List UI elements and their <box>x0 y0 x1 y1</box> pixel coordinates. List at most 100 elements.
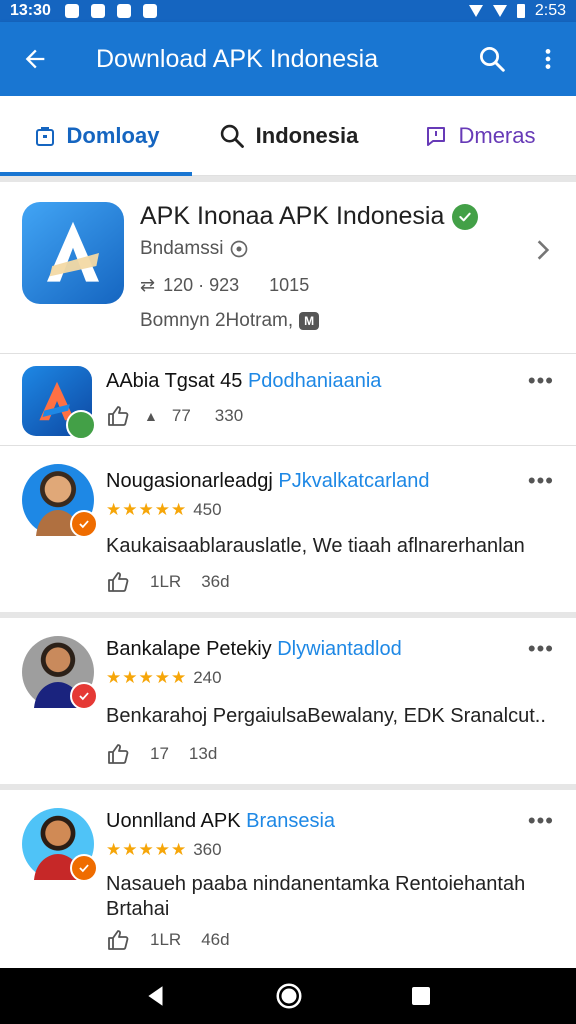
battery-icon <box>516 4 525 18</box>
more-options-icon[interactable]: ••• <box>528 368 554 394</box>
status-time-left: 13:30 <box>10 2 51 19</box>
app-title-main: AAbia Tgsat 45 <box>106 370 243 392</box>
review-title: Uonnlland APK Bransesia <box>106 810 335 833</box>
featured-subtitle: Bomnyn 2Hotram, M <box>140 310 320 332</box>
featured-app-title-row: APK Inonaa APK Indonesia <box>140 202 479 231</box>
rating-value: 450 <box>193 500 222 519</box>
notification-icon <box>116 4 131 18</box>
pin-icon: ▲ <box>144 408 158 424</box>
subtitle-text: Bomnyn 2Hotram, <box>140 310 294 331</box>
thumbs-up-icon[interactable] <box>106 742 130 766</box>
rating-value: 360 <box>193 840 222 859</box>
comment-count: 46d <box>201 930 230 949</box>
review-card[interactable]: Bankalape Petekiy Dlywiantadlod ••• ★★★★… <box>0 618 576 784</box>
thumbs-up-icon[interactable] <box>106 570 130 594</box>
reviewer-name: Bankalape Petekiy <box>106 638 272 660</box>
back-button[interactable] <box>0 45 70 73</box>
status-bar: 13:30 2:53 <box>0 0 576 22</box>
verified-badge-icon <box>70 854 98 882</box>
overflow-menu-button[interactable] <box>520 46 576 72</box>
notification-icon <box>142 4 157 18</box>
nav-recents-icon[interactable] <box>409 984 433 1008</box>
arrow-left-icon <box>25 49 45 69</box>
tab-indonesia[interactable]: Indonesia <box>192 96 384 175</box>
more-options-icon[interactable]: ••• <box>528 468 554 494</box>
star-rating: ★★★★★ <box>106 668 188 687</box>
review-actions: 1LR 36d <box>106 570 230 594</box>
star-rating: ★★★★★ <box>106 500 188 519</box>
verified-icon <box>452 203 479 230</box>
review-text: Nasaueh paaba nindanentamka Rentoiehanta… <box>106 873 526 920</box>
thumbs-up-icon[interactable] <box>106 928 130 952</box>
review-title: Nougasionarleadgj PJkvalkatcarland <box>106 470 430 493</box>
rating-row: ★★★★★ 360 <box>106 840 222 860</box>
featured-app-card[interactable]: APK Inonaa APK Indonesia Bndamssi ⇄ 120 ·… <box>0 182 576 354</box>
nav-home-icon[interactable] <box>274 981 304 1011</box>
app-bar: Download APK Indonesia <box>0 22 576 96</box>
more-vert-icon <box>545 49 551 69</box>
system-nav-bar <box>0 968 576 1024</box>
nav-back-icon[interactable] <box>143 983 169 1009</box>
more-options-icon[interactable]: ••• <box>528 636 554 662</box>
rating-row: ★★★★★ 240 <box>106 668 222 688</box>
like-count: 1LR <box>150 572 182 591</box>
more-options-icon[interactable]: ••• <box>528 808 554 834</box>
tag-badge: M <box>299 312 320 330</box>
featured-stats: ⇄ 120 · 923 1015 <box>140 275 309 296</box>
avatar[interactable] <box>22 636 98 710</box>
review-actions: 1LR 46d <box>106 928 230 952</box>
tab-bar: Domloay Indonesia Dmeras <box>0 96 576 176</box>
tab-label: Domloay <box>66 122 160 148</box>
rating-row: ★★★★★ 450 <box>106 500 222 520</box>
review-card[interactable]: Uonnlland APK Bransesia ••• ★★★★★ 360 Na… <box>0 790 576 968</box>
app-title-link[interactable]: Pdodhaniaania <box>248 370 381 392</box>
notification-icon <box>90 4 105 18</box>
reviewer-link[interactable]: PJkvalkatcarland <box>278 470 429 492</box>
chevron-right-icon[interactable] <box>530 237 556 268</box>
verified-badge-icon <box>70 682 98 710</box>
tab-dmeras[interactable]: Dmeras <box>384 96 576 175</box>
avatar[interactable] <box>22 464 98 538</box>
review-text: Kaukaisaablarauslatle, We tiaah aflnarer… <box>106 535 525 557</box>
page-title: Download APK Indonesia <box>96 44 379 73</box>
app-store-icon <box>22 202 124 304</box>
app-title: AAbia Tgsat 45 Pdodhaniaania <box>106 370 381 393</box>
featured-app-name: APK Inonaa APK Indonesia <box>140 202 445 230</box>
comment-count: 330 <box>214 406 244 425</box>
tab-label: Dmeras <box>458 122 536 148</box>
lock-icon <box>35 126 54 146</box>
thumbs-up-icon[interactable] <box>106 404 130 428</box>
review-text: Benkarahoj PergaiulsaBewalany, EDK Srana… <box>106 705 546 727</box>
like-count: 17 <box>150 744 169 763</box>
app-icon <box>22 366 96 440</box>
reviewer-link[interactable]: Dlywiantadlod <box>277 638 402 660</box>
share-icon: ⇄ <box>140 275 156 295</box>
developer-name: Bndamssi <box>140 238 224 259</box>
notification-icon <box>64 4 79 18</box>
tab-download[interactable]: Domloay <box>0 96 192 176</box>
status-time-right: 2:53 <box>534 2 566 19</box>
verified-badge-icon <box>70 510 98 538</box>
app-meta: ▲ 77 330 <box>106 404 243 428</box>
comment-count: 13d <box>188 744 218 763</box>
tab-label: Indonesia <box>255 122 359 148</box>
review-count: 1015 <box>269 275 310 295</box>
reviewer-name: Uonnlland APK <box>106 810 241 832</box>
message-icon <box>427 126 446 146</box>
search-button[interactable] <box>464 44 520 74</box>
avatar[interactable] <box>22 808 98 882</box>
download-count: 120 · 923 <box>163 275 240 295</box>
comment-count: 36d <box>201 572 230 591</box>
featured-developer: Bndamssi <box>140 238 249 260</box>
star-rating: ★★★★★ <box>106 840 188 859</box>
list-item[interactable]: AAbia Tgsat 45 Pdodhaniaania ••• ▲ 77 33… <box>0 354 576 446</box>
search-icon <box>220 124 244 148</box>
info-icon <box>231 240 248 258</box>
like-count: 77 <box>171 406 191 425</box>
rating-value: 240 <box>193 668 222 687</box>
review-card[interactable]: Nougasionarleadgj PJkvalkatcarland ••• ★… <box>0 446 576 612</box>
signal-icon <box>492 5 507 17</box>
notification-icons <box>64 4 157 18</box>
reviewer-link[interactable]: Bransesia <box>246 810 335 832</box>
search-icon <box>480 47 505 72</box>
